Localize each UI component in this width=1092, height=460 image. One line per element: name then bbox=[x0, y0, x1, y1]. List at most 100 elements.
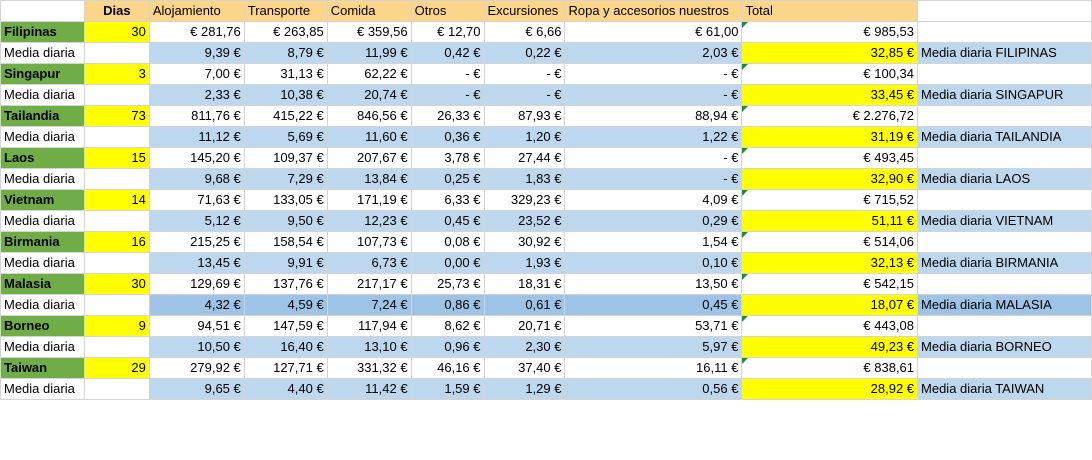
avg-label-cell[interactable]: Media diaria bbox=[0, 42, 85, 64]
avg-excursiones-cell[interactable]: 1,83 € bbox=[483, 168, 566, 190]
transporte-cell[interactable]: 31,13 € bbox=[243, 63, 328, 85]
empty-cell[interactable] bbox=[917, 105, 1092, 127]
dias-cell[interactable]: 16 bbox=[83, 231, 150, 253]
excursiones-cell[interactable]: 18,31 € bbox=[483, 273, 566, 295]
country-cell[interactable]: Tailandia bbox=[0, 105, 85, 127]
otros-cell[interactable]: € 12,70 bbox=[410, 21, 485, 43]
ropa-cell[interactable]: € 61,00 bbox=[564, 21, 743, 43]
ropa-cell[interactable]: - € bbox=[564, 63, 743, 85]
avg-comida-cell[interactable]: 13,10 € bbox=[326, 336, 412, 358]
avg-alojamiento-cell[interactable]: 9,39 € bbox=[148, 42, 245, 64]
total-cell[interactable]: € 715,52 bbox=[741, 189, 919, 211]
avg-dias-cell[interactable] bbox=[83, 84, 150, 106]
ropa-cell[interactable]: 16,11 € bbox=[564, 357, 743, 379]
comida-cell[interactable]: 117,94 € bbox=[326, 315, 412, 337]
ropa-cell[interactable]: 1,54 € bbox=[564, 231, 743, 253]
otros-cell[interactable]: 6,33 € bbox=[410, 189, 485, 211]
transporte-cell[interactable]: 147,59 € bbox=[243, 315, 328, 337]
header-cell-otros[interactable]: Otros bbox=[410, 0, 485, 22]
avg-label-cell[interactable]: Media diaria bbox=[0, 210, 85, 232]
avg-ropa-cell[interactable]: 5,97 € bbox=[564, 336, 743, 358]
avg-excursiones-cell[interactable]: 1,93 € bbox=[483, 252, 566, 274]
avg-total-cell[interactable]: 49,23 € bbox=[741, 336, 919, 358]
avg-name-cell[interactable]: Media diaria BIRMANIA bbox=[917, 252, 1092, 274]
alojamiento-cell[interactable]: 811,76 € bbox=[148, 105, 245, 127]
header-cell-country[interactable] bbox=[0, 0, 85, 22]
avg-alojamiento-cell[interactable]: 4,32 € bbox=[148, 294, 245, 316]
avg-otros-cell[interactable]: 0,42 € bbox=[410, 42, 485, 64]
comida-cell[interactable]: 207,67 € bbox=[326, 147, 412, 169]
dias-cell[interactable]: 30 bbox=[83, 21, 150, 43]
avg-dias-cell[interactable] bbox=[83, 378, 150, 400]
empty-cell[interactable] bbox=[917, 189, 1092, 211]
comida-cell[interactable]: 107,73 € bbox=[326, 231, 412, 253]
empty-cell[interactable] bbox=[917, 357, 1092, 379]
dias-cell[interactable]: 15 bbox=[83, 147, 150, 169]
avg-transporte-cell[interactable]: 4,40 € bbox=[243, 378, 328, 400]
alojamiento-cell[interactable]: 145,20 € bbox=[148, 147, 245, 169]
avg-transporte-cell[interactable]: 10,38 € bbox=[243, 84, 328, 106]
transporte-cell[interactable]: € 263,85 bbox=[243, 21, 328, 43]
excursiones-cell[interactable]: 329,23 € bbox=[483, 189, 566, 211]
avg-total-cell[interactable]: 31,19 € bbox=[741, 126, 919, 148]
total-cell[interactable]: € 985,53 bbox=[741, 21, 919, 43]
avg-excursiones-cell[interactable]: - € bbox=[483, 84, 566, 106]
transporte-cell[interactable]: 415,22 € bbox=[243, 105, 328, 127]
dias-cell[interactable]: 73 bbox=[83, 105, 150, 127]
avg-ropa-cell[interactable]: 1,22 € bbox=[564, 126, 743, 148]
avg-transporte-cell[interactable]: 9,50 € bbox=[243, 210, 328, 232]
alojamiento-cell[interactable]: 215,25 € bbox=[148, 231, 245, 253]
otros-cell[interactable]: - € bbox=[410, 63, 485, 85]
avg-name-cell[interactable]: Media diaria FILIPINAS bbox=[917, 42, 1092, 64]
avg-otros-cell[interactable]: - € bbox=[410, 84, 485, 106]
country-cell[interactable]: Singapur bbox=[0, 63, 85, 85]
country-cell[interactable]: Filipinas bbox=[0, 21, 85, 43]
avg-total-cell[interactable]: 32,13 € bbox=[741, 252, 919, 274]
country-cell[interactable]: Vietnam bbox=[0, 189, 85, 211]
total-cell[interactable]: € 838,61 bbox=[741, 357, 919, 379]
avg-alojamiento-cell[interactable]: 10,50 € bbox=[148, 336, 245, 358]
empty-cell[interactable] bbox=[917, 231, 1092, 253]
excursiones-cell[interactable]: 27,44 € bbox=[483, 147, 566, 169]
avg-alojamiento-cell[interactable]: 13,45 € bbox=[148, 252, 245, 274]
avg-transporte-cell[interactable]: 16,40 € bbox=[243, 336, 328, 358]
total-cell[interactable]: € 514,06 bbox=[741, 231, 919, 253]
avg-transporte-cell[interactable]: 4,59 € bbox=[243, 294, 328, 316]
comida-cell[interactable]: € 359,56 bbox=[326, 21, 412, 43]
avg-dias-cell[interactable] bbox=[83, 210, 150, 232]
avg-total-cell[interactable]: 32,85 € bbox=[741, 42, 919, 64]
ropa-cell[interactable]: 13,50 € bbox=[564, 273, 743, 295]
avg-transporte-cell[interactable]: 5,69 € bbox=[243, 126, 328, 148]
avg-alojamiento-cell[interactable]: 9,68 € bbox=[148, 168, 245, 190]
transporte-cell[interactable]: 158,54 € bbox=[243, 231, 328, 253]
avg-total-cell[interactable]: 33,45 € bbox=[741, 84, 919, 106]
country-cell[interactable]: Borneo bbox=[0, 315, 85, 337]
avg-total-cell[interactable]: 18,07 € bbox=[741, 294, 919, 316]
avg-otros-cell[interactable]: 1,59 € bbox=[410, 378, 485, 400]
avg-ropa-cell[interactable]: - € bbox=[564, 84, 743, 106]
ropa-cell[interactable]: 53,71 € bbox=[564, 315, 743, 337]
otros-cell[interactable]: 25,73 € bbox=[410, 273, 485, 295]
avg-excursiones-cell[interactable]: 0,22 € bbox=[483, 42, 566, 64]
avg-alojamiento-cell[interactable]: 2,33 € bbox=[148, 84, 245, 106]
avg-ropa-cell[interactable]: 0,10 € bbox=[564, 252, 743, 274]
avg-label-cell[interactable]: Media diaria bbox=[0, 336, 85, 358]
header-cell-excursiones[interactable]: Excursiones bbox=[483, 0, 566, 22]
excursiones-cell[interactable]: € 6,66 bbox=[483, 21, 566, 43]
dias-cell[interactable]: 9 bbox=[83, 315, 150, 337]
avg-alojamiento-cell[interactable]: 11,12 € bbox=[148, 126, 245, 148]
avg-comida-cell[interactable]: 20,74 € bbox=[326, 84, 412, 106]
transporte-cell[interactable]: 137,76 € bbox=[243, 273, 328, 295]
otros-cell[interactable]: 3,78 € bbox=[410, 147, 485, 169]
transporte-cell[interactable]: 127,71 € bbox=[243, 357, 328, 379]
avg-name-cell[interactable]: Media diaria BORNEO bbox=[917, 336, 1092, 358]
avg-otros-cell[interactable]: 0,36 € bbox=[410, 126, 485, 148]
avg-ropa-cell[interactable]: 0,45 € bbox=[564, 294, 743, 316]
avg-name-cell[interactable]: Media diaria VIETNAM bbox=[917, 210, 1092, 232]
avg-dias-cell[interactable] bbox=[83, 42, 150, 64]
avg-comida-cell[interactable]: 12,23 € bbox=[326, 210, 412, 232]
empty-cell[interactable] bbox=[917, 21, 1092, 43]
comida-cell[interactable]: 171,19 € bbox=[326, 189, 412, 211]
avg-name-cell[interactable]: Media diaria TAILANDIA bbox=[917, 126, 1092, 148]
alojamiento-cell[interactable]: 7,00 € bbox=[148, 63, 245, 85]
